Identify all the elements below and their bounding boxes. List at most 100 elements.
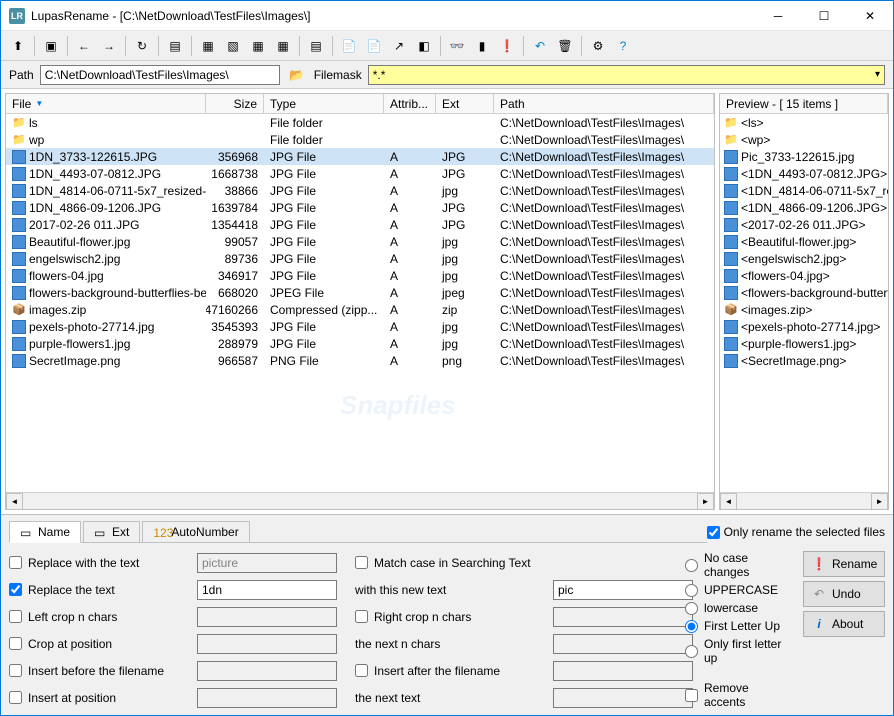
settings-icon[interactable]: ⚙ (587, 35, 609, 57)
only-selected-checkbox[interactable]: Only rename the selected files (707, 525, 885, 539)
replace-the-input[interactable] (197, 580, 337, 600)
insert-at-checkbox[interactable]: Insert at position (9, 691, 189, 705)
preview-scroll-left-icon[interactable]: ◄ (720, 493, 737, 510)
preview-item[interactable]: <engelswisch2.jpg> (720, 250, 888, 267)
table-row[interactable]: flowers-background-butterflies-beau...66… (6, 284, 714, 301)
replace-the-checkbox[interactable]: Replace the text (9, 583, 189, 597)
preview-item[interactable]: <flowers-04.jpg> (720, 267, 888, 284)
first-letter-up-radio[interactable]: First Letter Up (685, 619, 791, 633)
undo-icon[interactable]: ↶ (529, 35, 551, 57)
select-none-icon[interactable]: ▧ (222, 35, 244, 57)
table-row[interactable]: 1DN_3733-122615.JPG356968JPG FileAJPGC:\… (6, 148, 714, 165)
right-crop-checkbox[interactable]: Right crop n chars (355, 610, 545, 624)
doc2-icon[interactable]: 📄 (363, 35, 385, 57)
glasses-icon[interactable]: 👓 (446, 35, 468, 57)
next-text-input[interactable] (553, 688, 693, 708)
col-path[interactable]: Path (494, 94, 714, 113)
table-row[interactable]: purple-flowers1.jpg288979JPG FileAjpgC:\… (6, 335, 714, 352)
preview-item[interactable]: <flowers-background-butterflies-bea. (720, 284, 888, 301)
refresh-icon[interactable]: ↻ (131, 35, 153, 57)
preview-item[interactable]: Pic_3733-122615.jpg (720, 148, 888, 165)
preview-item[interactable]: <ls> (720, 114, 888, 131)
up-icon[interactable]: ⬆ (7, 35, 29, 57)
path-input[interactable] (40, 65, 280, 85)
preview-hscrollbar[interactable]: ◄ ► (720, 492, 888, 509)
grid2-icon[interactable]: ▦ (272, 35, 294, 57)
col-attrib[interactable]: Attrib... (384, 94, 436, 113)
window-icon[interactable]: ▣ (40, 35, 62, 57)
crop-at-input[interactable] (197, 634, 337, 654)
left-crop-input[interactable] (197, 607, 337, 627)
scroll-right-icon[interactable]: ► (697, 493, 714, 510)
tab-ext[interactable]: ▭Ext (83, 521, 140, 542)
tool-icon[interactable]: ▤ (164, 35, 186, 57)
col-file[interactable]: File▼ (6, 94, 206, 113)
table-row[interactable]: 1DN_4866-09-1206.JPG1639784JPG FileAJPGC… (6, 199, 714, 216)
preview-item[interactable]: <images.zip> (720, 301, 888, 318)
scroll-left-icon[interactable]: ◄ (6, 493, 23, 510)
lowercase-radio[interactable]: lowercase (685, 601, 791, 615)
with-new-input[interactable] (553, 580, 693, 600)
replace-with-checkbox[interactable]: Replace with the text (9, 556, 189, 570)
table-row[interactable]: images.zip47160266Compressed (zipp...Azi… (6, 301, 714, 318)
preview-item[interactable]: <pexels-photo-27714.jpg> (720, 318, 888, 335)
preview-item[interactable]: <2017-02-26 011.JPG> (720, 216, 888, 233)
remove-accents-checkbox[interactable]: Remove accents (685, 681, 791, 709)
col-size[interactable]: Size (206, 94, 264, 113)
left-crop-checkbox[interactable]: Left crop n chars (9, 610, 189, 624)
undo-button[interactable]: ↶Undo (803, 581, 885, 607)
color-icon[interactable]: ◧ (413, 35, 435, 57)
insert-after-input[interactable] (553, 661, 693, 681)
table-row[interactable]: engelswisch2.jpg89736JPG FileAjpgC:\NetD… (6, 250, 714, 267)
about-button[interactable]: iAbout (803, 611, 885, 637)
col-ext[interactable]: Ext (436, 94, 494, 113)
tab-name[interactable]: ▭Name (9, 521, 81, 543)
insert-before-input[interactable] (197, 661, 337, 681)
col-type[interactable]: Type (264, 94, 384, 113)
delete-icon[interactable]: 🗑 (554, 35, 576, 57)
uppercase-radio[interactable]: UPPERCASE (685, 583, 791, 597)
close-button[interactable]: ✕ (847, 1, 893, 31)
insert-before-checkbox[interactable]: Insert before the filename (9, 664, 189, 678)
table-row[interactable]: 2017-02-26 011.JPG1354418JPG FileAJPGC:\… (6, 216, 714, 233)
table-row[interactable]: Beautiful-flower.jpg99057JPG FileAjpgC:\… (6, 233, 714, 250)
preview-header[interactable]: Preview - [ 15 items ] (720, 94, 888, 114)
table-row[interactable]: 1DN_4493-07-0812.JPG1668738JPG FileAJPGC… (6, 165, 714, 182)
preview-item[interactable]: <purple-flowers1.jpg> (720, 335, 888, 352)
grid1-icon[interactable]: ▦ (247, 35, 269, 57)
table-row[interactable]: flowers-04.jpg346917JPG FileAjpgC:\NetDo… (6, 267, 714, 284)
exclaim-icon[interactable]: ❗ (496, 35, 518, 57)
rename-button[interactable]: ❗Rename (803, 551, 885, 577)
insert-at-input[interactable] (197, 688, 337, 708)
right-crop-input[interactable] (553, 607, 693, 627)
help-icon[interactable]: ? (612, 35, 634, 57)
props-icon[interactable]: ▤ (305, 35, 327, 57)
minimize-button[interactable]: ─ (755, 1, 801, 31)
preview-scroll-right-icon[interactable]: ► (871, 493, 888, 510)
forward-icon[interactable]: → (98, 35, 120, 57)
table-row[interactable]: wpFile folderC:\NetDownload\TestFiles\Im… (6, 131, 714, 148)
preview-item[interactable]: <Beautiful-flower.jpg> (720, 233, 888, 250)
preview-item[interactable]: <1DN_4866-09-1206.JPG> (720, 199, 888, 216)
select-all-icon[interactable]: ▦ (197, 35, 219, 57)
table-row[interactable]: pexels-photo-27714.jpg3545393JPG FileAjp… (6, 318, 714, 335)
match-case-checkbox[interactable]: Match case in Searching Text (355, 556, 545, 570)
export-icon[interactable]: ↗ (388, 35, 410, 57)
table-row[interactable]: SecretImage.png966587PNG FileApngC:\NetD… (6, 352, 714, 369)
maximize-button[interactable]: ☐ (801, 1, 847, 31)
back-icon[interactable]: ← (73, 35, 95, 57)
no-case-radio[interactable]: No case changes (685, 551, 791, 579)
preview-item[interactable]: <wp> (720, 131, 888, 148)
batch-icon[interactable]: ▮ (471, 35, 493, 57)
preview-item[interactable]: <1DN_4493-07-0812.JPG> (720, 165, 888, 182)
table-row[interactable]: lsFile folderC:\NetDownload\TestFiles\Im… (6, 114, 714, 131)
table-row[interactable]: 1DN_4814-06-0711-5x7_resized-1.j...38866… (6, 182, 714, 199)
filemask-select[interactable]: *.* (368, 65, 885, 85)
next-n-input[interactable] (553, 634, 693, 654)
replace-with-input[interactable] (197, 553, 337, 573)
doc1-icon[interactable]: 📄 (338, 35, 360, 57)
only-first-radio[interactable]: Only first letter up (685, 637, 791, 665)
tab-autonumber[interactable]: 123AutoNumber (142, 521, 249, 542)
browse-folder-icon[interactable]: 📂 (286, 64, 308, 86)
preview-item[interactable]: <1DN_4814-06-0711-5x7_resized-1. (720, 182, 888, 199)
